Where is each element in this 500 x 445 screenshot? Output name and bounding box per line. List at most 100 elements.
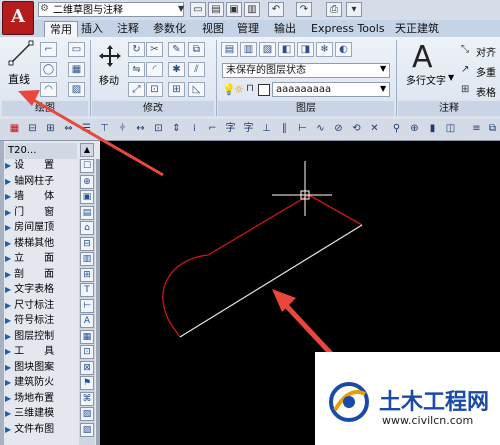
chevron-down-icon[interactable]: ▼ — [178, 4, 184, 13]
palette-tool-icon[interactable]: ☐ — [80, 159, 94, 173]
array-icon[interactable]: ⊞ — [168, 82, 185, 97]
tab-home[interactable]: 常用 — [44, 21, 78, 37]
copy-icon[interactable]: ⧉ — [188, 42, 205, 57]
palette-tool-icon[interactable]: ⊞ — [80, 267, 94, 282]
spacing-icon[interactable]: ⁞ — [188, 122, 201, 136]
tab-tangent-architecture[interactable]: 天正建筑 — [390, 21, 444, 36]
aligned-dimension-label[interactable]: 对齐 — [476, 44, 496, 59]
table-icon[interactable]: ⊞ — [461, 84, 469, 95]
application-menu-button[interactable] — [2, 1, 34, 35]
layer-off-icon[interactable]: ◐ — [335, 42, 352, 57]
palette-item[interactable]: ▶ 设 置 — [5, 159, 77, 173]
palette-tool-icon[interactable]: ▧ — [80, 407, 94, 421]
palette-tool-icon[interactable]: ▦ — [80, 329, 94, 344]
new-icon[interactable]: ▭ — [190, 2, 206, 17]
offset-tool-icon[interactable]: ⫩ — [116, 122, 129, 136]
cross-icon[interactable]: ✕ — [368, 122, 381, 136]
palette-title[interactable]: T20... — [5, 143, 77, 159]
palette-tool-icon[interactable]: ⊢ — [80, 298, 94, 313]
print-icon[interactable]: ▥ — [244, 2, 260, 17]
redo-icon[interactable]: ↷ — [296, 2, 312, 17]
stretch-tool-icon[interactable]: ⇔ — [62, 122, 75, 136]
block-icon[interactable]: ⊡ — [152, 122, 165, 136]
mtext-button-label[interactable]: 多行文字 — [406, 72, 446, 87]
stretch-icon[interactable]: ⤢ — [128, 82, 145, 97]
palette-item[interactable]: ▶ 工 具 — [5, 345, 77, 359]
curve-icon[interactable]: ∿ — [314, 122, 327, 136]
layers-stack-icon[interactable]: ⧉ — [486, 122, 499, 136]
hatch-icon[interactable]: ▦ — [68, 62, 85, 77]
palette-item[interactable]: ▶ 图块图案 — [5, 361, 77, 375]
palette-tool-icon[interactable]: ▥ — [80, 252, 94, 266]
layer-state-dropdown[interactable]: 未保存的图层状态 — [222, 63, 390, 78]
palette-tool-icon[interactable]: T — [80, 283, 94, 297]
arc-icon[interactable]: ◠ — [40, 82, 57, 97]
layer-state-icon[interactable]: ▥ — [240, 42, 257, 57]
palette-item[interactable]: ▶ 剖 面 — [5, 268, 77, 282]
window-icon[interactable]: ⊞ — [44, 122, 57, 136]
palette-tool-icon[interactable]: ▨ — [80, 422, 94, 437]
palette-tool-icon[interactable]: ▣ — [80, 190, 94, 204]
text-tool-icon[interactable]: 字 — [224, 122, 237, 136]
move-icon[interactable] — [98, 44, 122, 68]
tab-insert[interactable]: 插入 — [76, 21, 108, 36]
scale-icon[interactable]: ⊡ — [146, 82, 163, 97]
palette-tool-icon[interactable]: A — [80, 314, 94, 328]
move-button-label[interactable]: 移动 — [99, 72, 119, 87]
lock-icon[interactable]: ⊓ — [246, 83, 254, 94]
layer-color-swatch[interactable] — [258, 84, 270, 96]
chevron-up-icon[interactable]: ▲ — [80, 143, 94, 157]
palette-tool-icon[interactable]: ⚑ — [80, 376, 94, 390]
gradient-icon[interactable]: ▨ — [68, 82, 85, 97]
plot-icon[interactable]: ⎙ — [326, 2, 342, 17]
grid-icon[interactable]: ▦ — [8, 122, 21, 136]
palette-tool-icon[interactable]: ⌘ — [80, 391, 94, 406]
measure-icon[interactable]: ⊘ — [332, 122, 345, 136]
section-icon[interactable]: ⊥ — [260, 122, 273, 136]
find-icon[interactable]: ⚲ — [390, 122, 403, 136]
palette-grip[interactable] — [0, 141, 4, 445]
tab-annotate[interactable]: 注释 — [112, 21, 144, 36]
chart-icon[interactable]: ▮ — [426, 122, 439, 136]
palette-item[interactable]: ▶ 墙 体 — [5, 190, 77, 204]
palette-item[interactable]: ▶ 门 窗 — [5, 206, 77, 220]
annotation-panel-label[interactable]: 注释 — [398, 101, 500, 116]
palette-item[interactable]: ▶ 图层控制 — [5, 330, 77, 344]
chevron-down-icon[interactable]: ▼ — [380, 84, 386, 93]
table-label[interactable]: 表格 — [476, 84, 496, 99]
multileader-label[interactable]: 多重 — [476, 64, 496, 79]
open-icon[interactable]: ▤ — [208, 2, 224, 17]
rectangle-icon[interactable]: ▭ — [68, 42, 85, 57]
palette-item[interactable]: ▶ 楼梯其他 — [5, 237, 77, 251]
quick-access-dropdown[interactable]: ▾ — [346, 2, 362, 17]
palette-tool-icon[interactable]: ⊠ — [80, 360, 94, 375]
palette-item[interactable]: ▶ 场地布置 — [5, 392, 77, 406]
layers-panel-label[interactable]: 图层 — [218, 101, 394, 116]
tab-manage[interactable]: 管理 — [232, 21, 264, 36]
rotate-icon[interactable]: ↻ — [128, 42, 145, 57]
trim-icon[interactable]: ✂ — [146, 42, 163, 57]
text-edit-icon[interactable]: 字 — [242, 122, 255, 136]
tag-icon[interactable]: ⊕ — [408, 122, 421, 136]
palette-tool-icon[interactable]: ⌂ — [80, 221, 94, 235]
palette-item[interactable]: ▶ 三维建模 — [5, 407, 77, 421]
palette-item[interactable]: ▶ 房间屋顶 — [5, 221, 77, 235]
palette-tool-icon[interactable]: ⊕ — [80, 174, 94, 189]
rotate-tool-icon[interactable]: ⟲ — [350, 122, 363, 136]
chevron-down-icon[interactable]: ▼ — [380, 64, 386, 73]
rows-icon[interactable]: ☰ — [80, 122, 93, 136]
layer-dropdown[interactable]: aaaaaaaaa — [272, 82, 390, 97]
offset-icon[interactable]: ⫽ — [188, 62, 205, 77]
tab-parametric[interactable]: 参数化 — [148, 21, 191, 36]
palette-item[interactable]: ▶ 符号标注 — [5, 314, 77, 328]
snap-icon[interactable]: ⊟ — [26, 122, 39, 136]
palette-item[interactable]: ▶ 文件布图 — [5, 423, 77, 437]
workspace-select[interactable]: 二维草图与注释 — [38, 2, 184, 17]
layer-properties-icon[interactable]: ▤ — [221, 42, 238, 57]
palette-item[interactable]: ▶ 建筑防火 — [5, 376, 77, 390]
polyline-icon[interactable]: ⌐ — [40, 42, 57, 57]
palette-item[interactable]: ▶ 立 面 — [5, 252, 77, 266]
chamfer-icon[interactable]: ◺ — [188, 82, 205, 97]
tab-express-tools[interactable]: Express Tools — [306, 21, 390, 36]
circle-icon[interactable]: ◯ — [40, 62, 57, 77]
